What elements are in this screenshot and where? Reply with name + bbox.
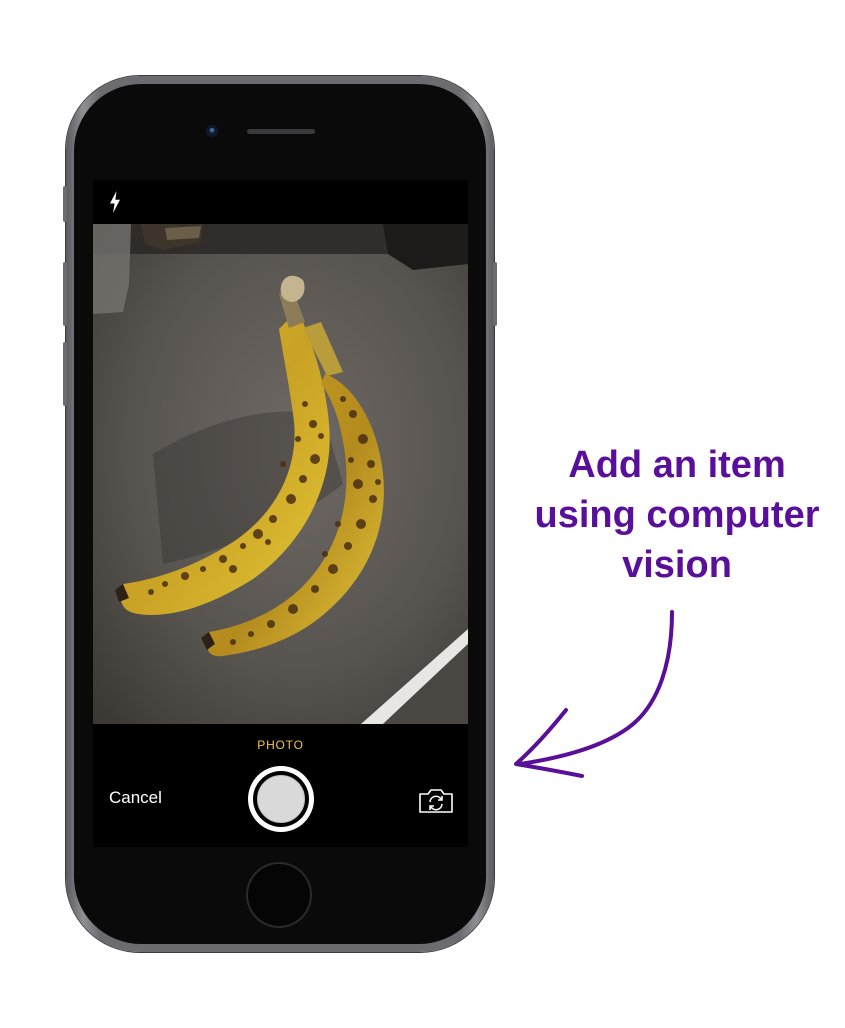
shutter-inner <box>257 775 305 823</box>
switch-camera-icon[interactable] <box>417 786 455 816</box>
home-button[interactable] <box>248 864 310 926</box>
shutter-button[interactable] <box>248 766 314 832</box>
camera-viewfinder <box>93 224 468 724</box>
camera-screen: PHOTO Cancel <box>93 180 468 847</box>
front-camera <box>206 125 218 137</box>
camera-bottom-bar: PHOTO Cancel <box>93 724 468 847</box>
annotation-line-1: Add an item <box>568 444 786 486</box>
annotation-arrow-icon <box>514 610 674 778</box>
flash-icon[interactable] <box>107 190 123 214</box>
annotation-line-2: using computer <box>534 494 820 536</box>
camera-top-bar <box>93 180 468 224</box>
annotation-text: Add an item using computer vision <box>512 440 842 590</box>
earpiece-speaker <box>247 129 315 134</box>
mute-switch <box>63 186 67 222</box>
annotation-line-3: vision <box>622 544 732 586</box>
volume-up-button <box>63 262 67 326</box>
volume-down-button <box>63 342 67 406</box>
power-button <box>493 262 497 326</box>
camera-mode-label[interactable]: PHOTO <box>93 738 468 752</box>
cancel-button[interactable]: Cancel <box>109 788 162 808</box>
